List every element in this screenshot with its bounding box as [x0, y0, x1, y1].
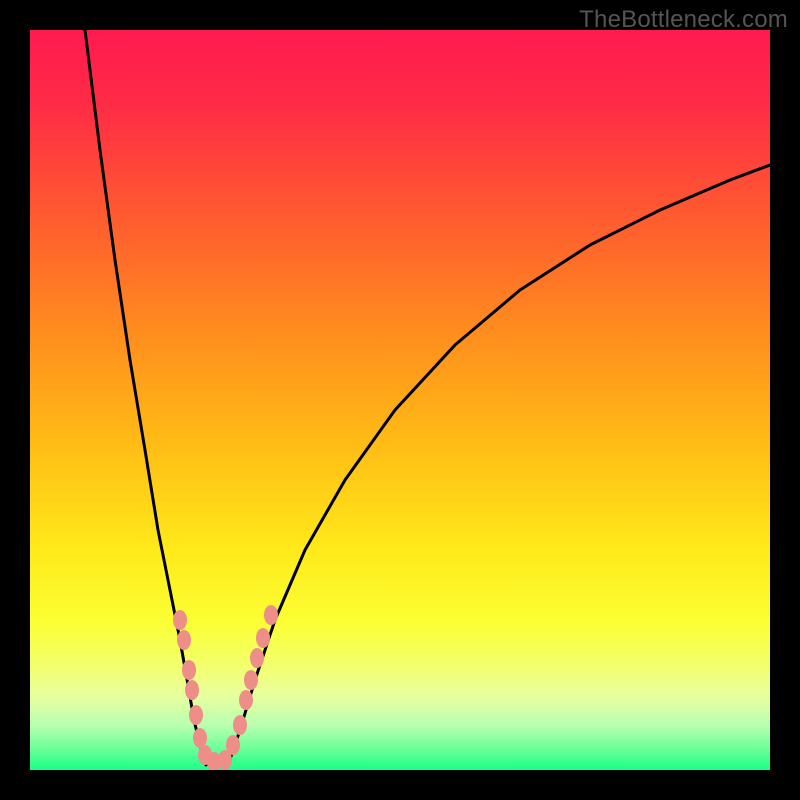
curve-left-branch	[85, 30, 206, 765]
curve-marker	[239, 690, 253, 710]
curve-marker	[233, 715, 247, 735]
curve-marker	[244, 670, 258, 690]
marker-group	[173, 605, 278, 770]
curve-marker	[264, 605, 278, 625]
curve-marker	[185, 680, 199, 700]
curve-marker	[189, 705, 203, 725]
curve-marker	[256, 628, 270, 648]
curve-marker	[173, 610, 187, 630]
curve-marker	[250, 648, 264, 668]
curve-marker	[226, 735, 240, 755]
curve-marker	[182, 660, 196, 680]
curve-right-branch	[228, 165, 770, 765]
plot-area	[30, 30, 770, 770]
watermark-text: TheBottleneck.com	[579, 6, 788, 34]
chart-frame: TheBottleneck.com	[0, 0, 800, 800]
curve-marker	[177, 630, 191, 650]
curves-layer	[30, 30, 770, 770]
curve-marker	[193, 728, 207, 748]
